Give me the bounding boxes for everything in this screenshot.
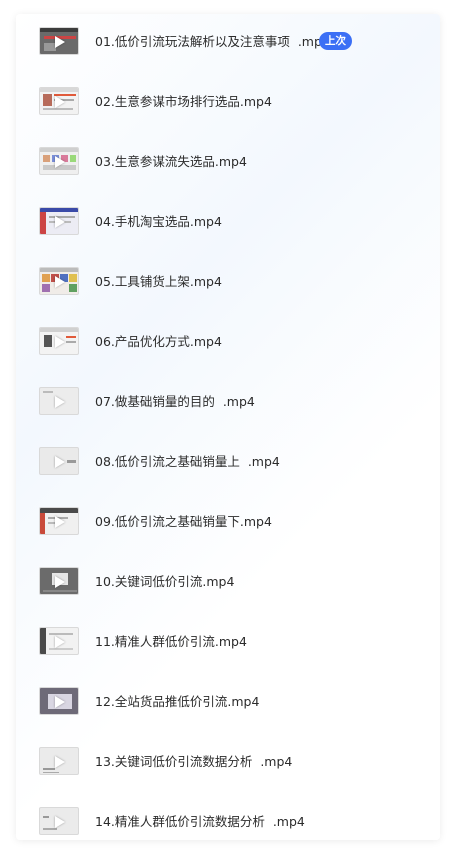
episode-title: 01.低价引流玩法解析以及注意事项 .mp4 <box>95 34 330 49</box>
episode-thumbnail <box>39 207 79 235</box>
play-icon <box>55 336 65 348</box>
episode-item-14[interactable]: 14.精准人群低价引流数据分析 .mp4 <box>16 794 440 840</box>
play-icon <box>55 576 65 588</box>
episode-item-07[interactable]: 07.做基础销量的目的 .mp4 <box>16 374 440 434</box>
episode-thumbnail <box>39 507 79 535</box>
episode-thumbnail <box>39 687 79 715</box>
episode-thumbnail <box>39 627 79 655</box>
episode-item-08[interactable]: 08.低价引流之基础销量上 .mp4 <box>16 434 440 494</box>
play-icon <box>55 36 65 48</box>
play-icon <box>55 516 65 528</box>
play-icon <box>55 396 65 408</box>
episode-title: 04.手机淘宝选品.mp4 <box>95 214 222 229</box>
play-icon <box>55 456 65 468</box>
play-icon <box>55 96 65 108</box>
episode-item-12[interactable]: 12.全站货品推低价引流.mp4 <box>16 674 440 734</box>
episode-thumbnail <box>39 267 79 295</box>
episode-title: 11.精准人群低价引流.mp4 <box>95 634 247 649</box>
episode-thumbnail <box>39 447 79 475</box>
episode-item-13[interactable]: 13.关键词低价引流数据分析 .mp4 <box>16 734 440 794</box>
episode-title: 10.关键词低价引流.mp4 <box>95 574 235 589</box>
play-icon <box>55 636 65 648</box>
episode-title: 13.关键词低价引流数据分析 .mp4 <box>95 754 293 769</box>
episode-thumbnail <box>39 747 79 775</box>
episode-item-02[interactable]: 02.生意参谋市场排行选品.mp4 <box>16 74 440 134</box>
episode-item-04[interactable]: 04.手机淘宝选品.mp4 <box>16 194 440 254</box>
play-icon <box>55 816 65 828</box>
episode-thumbnail <box>39 27 79 55</box>
episode-item-01[interactable]: 01.低价引流玩法解析以及注意事项 .mp4 上次 <box>16 14 440 74</box>
episode-item-09[interactable]: 09.低价引流之基础销量下.mp4 <box>16 494 440 554</box>
episode-item-03[interactable]: 03.生意参谋流失选品.mp4 <box>16 134 440 194</box>
episode-item-05[interactable]: 05.工具铺货上架.mp4 <box>16 254 440 314</box>
episode-thumbnail <box>39 567 79 595</box>
episode-list: 01.低价引流玩法解析以及注意事项 .mp4 上次 02.生意参谋市场排行选品.… <box>16 14 440 840</box>
episode-item-06[interactable]: 06.产品优化方式.mp4 <box>16 314 440 374</box>
episode-title: 12.全站货品推低价引流.mp4 <box>95 694 260 709</box>
episode-title: 09.低价引流之基础销量下.mp4 <box>95 514 272 529</box>
play-icon <box>55 156 65 168</box>
episode-title: 06.产品优化方式.mp4 <box>95 334 222 349</box>
play-icon <box>55 276 65 288</box>
play-icon <box>55 756 65 768</box>
episode-thumbnail <box>39 87 79 115</box>
episode-title: 02.生意参谋市场排行选品.mp4 <box>95 94 272 109</box>
episode-thumbnail <box>39 807 79 835</box>
last-watched-badge: 上次 <box>319 32 352 50</box>
episode-title: 07.做基础销量的目的 .mp4 <box>95 394 255 409</box>
episode-thumbnail <box>39 387 79 415</box>
episode-title: 08.低价引流之基础销量上 .mp4 <box>95 454 280 469</box>
episode-item-11[interactable]: 11.精准人群低价引流.mp4 <box>16 614 440 674</box>
play-icon <box>55 696 65 708</box>
episode-thumbnail <box>39 147 79 175</box>
episode-thumbnail <box>39 327 79 355</box>
episode-title: 05.工具铺货上架.mp4 <box>95 274 222 289</box>
episode-title: 14.精准人群低价引流数据分析 .mp4 <box>95 814 305 829</box>
episode-item-10[interactable]: 10.关键词低价引流.mp4 <box>16 554 440 614</box>
episode-title: 03.生意参谋流失选品.mp4 <box>95 154 247 169</box>
episode-list-panel: 01.低价引流玩法解析以及注意事项 .mp4 上次 02.生意参谋市场排行选品.… <box>16 14 440 840</box>
play-icon <box>55 216 65 228</box>
